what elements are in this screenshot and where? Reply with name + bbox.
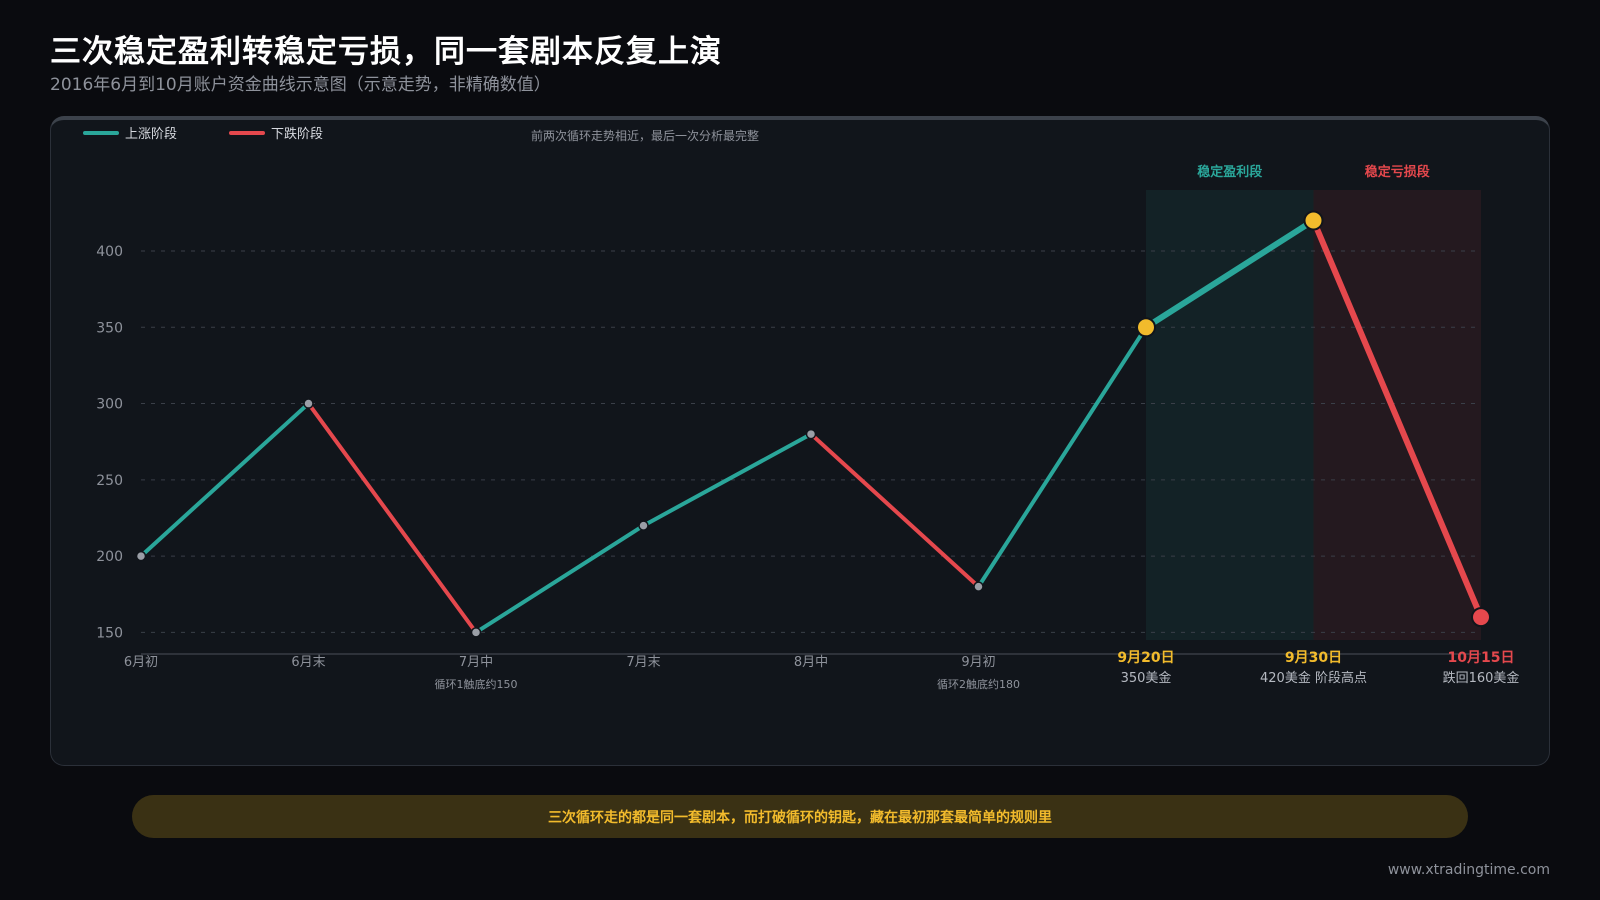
x-tick-label-5: 8月中 — [794, 655, 828, 670]
series-segment-4 — [641, 432, 813, 528]
data-point-7 — [1136, 317, 1156, 338]
x-sublabel-9: 跌回160美金 — [1443, 670, 1520, 686]
data-point-5 — [805, 428, 817, 440]
y-tick-label-250: 250 — [96, 473, 123, 489]
x-tick-label-9: 10月15日 — [1448, 650, 1515, 666]
x-sublabel-3: 循环1触底约150 — [435, 677, 518, 691]
x-tick-label-6: 9月初 — [961, 655, 995, 670]
y-tick-label-400: 400 — [96, 244, 123, 260]
page-subtitle: 2016年6月到10月账户资金曲线示意图（示意走势，非精确数值） — [50, 75, 551, 95]
x-sublabel-6: 循环2触底约180 — [937, 677, 1020, 691]
series-segment-2 — [306, 401, 478, 635]
chart-note: 前两次循环走势相近，最后一次分析最完整 — [531, 128, 759, 143]
x-tick-label-2: 6月末 — [291, 655, 325, 670]
series-segment-6 — [976, 325, 1148, 589]
data-point-8 — [1303, 210, 1324, 231]
zone-label-2: 稳定亏损段 — [1365, 164, 1430, 180]
x-tick-label-7: 9月20日 — [1117, 650, 1174, 666]
series-segment-5 — [809, 432, 981, 589]
y-tick-label-150: 150 — [96, 625, 123, 641]
series-segment-3 — [474, 523, 646, 635]
data-point-3 — [470, 627, 482, 638]
data-point-9 — [1471, 607, 1491, 628]
data-point-1 — [135, 550, 147, 562]
page-title: 三次稳定盈利转稳定亏损，同一套剧本反复上演 — [50, 34, 722, 70]
x-tick-label-8: 9月30日 — [1285, 650, 1342, 666]
y-tick-label-350: 350 — [96, 320, 123, 336]
zone-band-1 — [1146, 190, 1314, 640]
y-tick-label-200: 200 — [96, 549, 123, 565]
x-tick-label-4: 7月末 — [626, 655, 660, 670]
footer-url: www.xtradingtime.com — [1387, 862, 1550, 878]
equity-curve-chart: 稳定盈利段 稳定亏损段 150 200 250 300 350 400 6月初 6月末 7月中循环1… — [83, 126, 1520, 691]
x-sublabel-7: 350美金 — [1121, 670, 1172, 686]
zone-label-1: 稳定盈利段 — [1197, 164, 1262, 180]
x-tick-label-1: 6月初 — [124, 655, 158, 670]
x-sublabel-8: 420美金 阶段高点 — [1260, 670, 1367, 686]
chart-card: 稳定盈利段 稳定亏损段 150 200 250 300 350 400 6月初 6月末 7月中循环1… — [50, 116, 1550, 766]
data-point-6 — [973, 581, 984, 592]
data-point-2 — [303, 398, 314, 409]
y-tick-label-300: 300 — [96, 397, 123, 413]
legend-label-1: 上涨阶段 — [125, 127, 177, 142]
data-point-4 — [638, 520, 649, 531]
legend-label-2: 下跌阶段 — [271, 126, 323, 142]
callout-text: 三次循环走的都是同一套剧本，而打破循环的钥匙，藏在最初那套最简单的规则里 — [548, 809, 1052, 826]
x-tick-label-3: 7月中 — [459, 655, 493, 670]
summary-callout: 三次循环走的都是同一套剧本，而打破循环的钥匙，藏在最初那套最简单的规则里 — [132, 795, 1468, 838]
